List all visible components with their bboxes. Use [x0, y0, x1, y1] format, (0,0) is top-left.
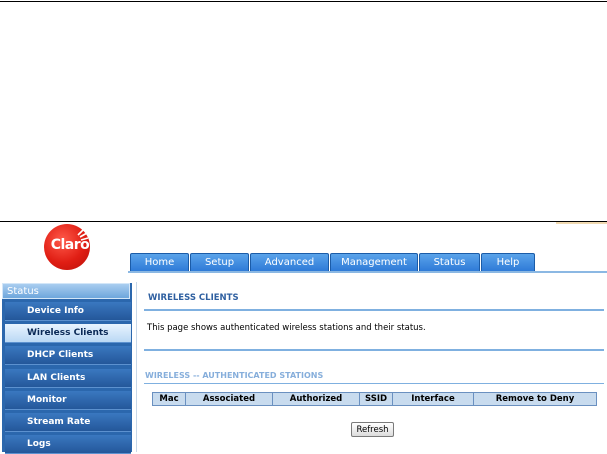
subsection-rule [144, 383, 604, 384]
screen-divider [0, 221, 607, 222]
column-ssid: SSID [359, 392, 393, 406]
sidebar-title: Status [2, 283, 130, 299]
description-rule [144, 349, 604, 351]
table-header-row: Mac Associated Authorized SSID Interface… [152, 392, 597, 406]
tab-help[interactable]: Help [481, 253, 535, 272]
tab-status[interactable]: Status [419, 253, 480, 272]
claro-logo: Claro [44, 224, 94, 270]
section-title: WIRELESS CLIENTS [148, 293, 239, 303]
top-divider [0, 1, 607, 2]
corner-mark [556, 222, 607, 224]
sidebar-item-monitor[interactable]: Monitor [5, 391, 131, 410]
page-description: This page shows authenticated wireless s… [147, 323, 426, 333]
sidebar-item-lan-clients[interactable]: LAN Clients [5, 369, 131, 388]
tab-advanced[interactable]: Advanced [250, 253, 329, 272]
sidebar-item-device-info[interactable]: Device Info [5, 302, 131, 321]
section-rule [144, 309, 604, 311]
sidebar-item-logs[interactable]: Logs [5, 435, 131, 454]
column-interface: Interface [392, 392, 474, 406]
tab-setup[interactable]: Setup [190, 253, 249, 272]
sidebar-item-wireless-clients[interactable]: Wireless Clients [5, 324, 131, 343]
tab-home[interactable]: Home [130, 253, 189, 272]
content-border [136, 282, 137, 452]
nav-underline [128, 271, 607, 273]
column-mac: Mac [152, 392, 186, 406]
tab-management[interactable]: Management [330, 253, 418, 272]
wireless-clients-table: Mac Associated Authorized SSID Interface… [152, 392, 597, 406]
column-associated: Associated [185, 392, 273, 406]
refresh-button[interactable]: Refresh [351, 422, 394, 437]
sidebar-item-dhcp-clients[interactable]: DHCP Clients [5, 346, 131, 365]
column-remove-to-deny: Remove to Deny [473, 392, 597, 406]
column-authorized: Authorized [272, 392, 360, 406]
logo-rays-icon [77, 229, 89, 241]
sidebar-item-stream-rate[interactable]: Stream Rate [5, 413, 131, 432]
subsection-title: WIRELESS -- AUTHENTICATED STATIONS [145, 371, 324, 380]
